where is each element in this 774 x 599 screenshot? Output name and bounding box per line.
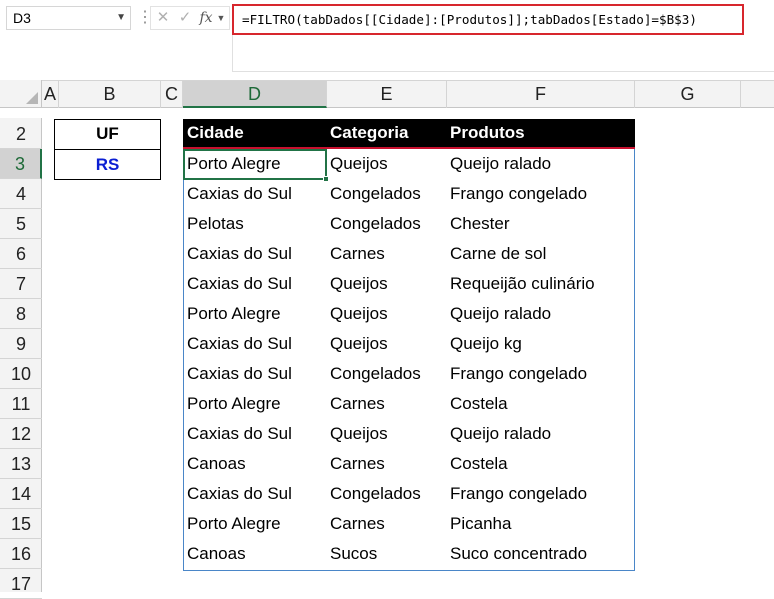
column-header-d[interactable]: D: [183, 81, 327, 108]
cell-categoria[interactable]: Queijos: [330, 329, 388, 359]
cancel-icon[interactable]: ✕: [153, 7, 173, 29]
header-cidade[interactable]: Cidade: [187, 119, 244, 147]
cell-produtos[interactable]: Costela: [450, 389, 508, 419]
enter-icon[interactable]: ✓: [175, 7, 195, 29]
row-header-6[interactable]: 6: [0, 239, 42, 269]
select-all-button[interactable]: [0, 80, 42, 108]
table-header-row: Cidade Categoria Produtos: [183, 119, 635, 149]
row-header-11[interactable]: 11: [0, 389, 42, 419]
cell-categoria[interactable]: Queijos: [330, 149, 388, 179]
name-box[interactable]: D3 ▼: [6, 6, 131, 30]
cell-produtos[interactable]: Suco concentrado: [450, 539, 587, 569]
uf-label-cell[interactable]: UF: [54, 119, 161, 149]
more-options-icon[interactable]: ⋮: [137, 8, 153, 30]
column-header-g[interactable]: G: [635, 81, 741, 108]
chevron-down-icon[interactable]: ▼: [116, 7, 126, 29]
cell-categoria[interactable]: Congelados: [330, 359, 421, 389]
header-categoria[interactable]: Categoria: [330, 119, 408, 147]
cell-categoria[interactable]: Congelados: [330, 479, 421, 509]
row-header-2[interactable]: 2: [0, 119, 42, 149]
cell-cidade[interactable]: Caxias do Sul: [187, 479, 292, 509]
cell-categoria[interactable]: Queijos: [330, 419, 388, 449]
column-headers: A B C D E F G: [0, 80, 774, 108]
cell-cidade[interactable]: Caxias do Sul: [187, 269, 292, 299]
row-header-14[interactable]: 14: [0, 479, 42, 509]
cell-produtos[interactable]: Frango congelado: [450, 179, 587, 209]
row-header-8[interactable]: 8: [0, 299, 42, 329]
name-box-value: D3: [13, 10, 31, 26]
row-header-17[interactable]: 17: [0, 569, 42, 599]
row-header-9[interactable]: 9: [0, 329, 42, 359]
cell-cidade[interactable]: Porto Alegre: [187, 299, 281, 329]
row-header-7[interactable]: 7: [0, 269, 42, 299]
uf-value-cell[interactable]: RS: [54, 150, 161, 180]
insert-function-button[interactable]: fx: [197, 7, 215, 29]
cell-produtos[interactable]: Costela: [450, 449, 508, 479]
cell-categoria[interactable]: Congelados: [330, 179, 421, 209]
column-header-f[interactable]: F: [447, 81, 635, 108]
cell-produtos[interactable]: Queijo ralado: [450, 419, 551, 449]
cell-produtos[interactable]: Picanha: [450, 509, 511, 539]
cell-cidade[interactable]: Canoas: [187, 449, 246, 479]
cell-cidade[interactable]: Pelotas: [187, 209, 244, 239]
formula-input-expanded-area[interactable]: [232, 35, 774, 72]
cell-produtos[interactable]: Carne de sol: [450, 239, 546, 269]
cell-cidade[interactable]: Caxias do Sul: [187, 179, 292, 209]
header-produtos[interactable]: Produtos: [450, 119, 525, 147]
cell-produtos[interactable]: Frango congelado: [450, 479, 587, 509]
column-header-e[interactable]: E: [327, 81, 447, 108]
cell-categoria[interactable]: Carnes: [330, 509, 385, 539]
cell-produtos[interactable]: Queijo ralado: [450, 299, 551, 329]
row-headers: 2 3 4 5 6 7 8 9 10 11 12 13 14 15 16 17: [0, 118, 42, 599]
row-header-4[interactable]: 4: [0, 179, 42, 209]
column-header-b[interactable]: B: [59, 81, 161, 108]
cell-cidade[interactable]: Caxias do Sul: [187, 419, 292, 449]
row-header-3[interactable]: 3: [0, 149, 42, 179]
column-header-a[interactable]: A: [42, 81, 59, 108]
cell-produtos[interactable]: Queijo ralado: [450, 149, 551, 179]
cell-categoria[interactable]: Queijos: [330, 269, 388, 299]
column-header-c[interactable]: C: [161, 81, 183, 108]
cell-categoria[interactable]: Carnes: [330, 389, 385, 419]
formula-input[interactable]: =FILTRO(tabDados[[Cidade]:[Produtos]];ta…: [232, 4, 744, 35]
row-header-12[interactable]: 12: [0, 419, 42, 449]
cell-categoria[interactable]: Congelados: [330, 209, 421, 239]
cell-cidade[interactable]: Caxias do Sul: [187, 359, 292, 389]
cell-cidade[interactable]: Porto Alegre: [187, 509, 281, 539]
chevron-down-icon[interactable]: ▼: [215, 7, 227, 29]
cell-categoria[interactable]: Sucos: [330, 539, 377, 569]
cell-categoria[interactable]: Carnes: [330, 449, 385, 479]
cell-cidade[interactable]: Porto Alegre: [187, 389, 281, 419]
cell-categoria[interactable]: Queijos: [330, 299, 388, 329]
cell-produtos[interactable]: Queijo kg: [450, 329, 522, 359]
formula-buttons: ✕ ✓ fx ▼: [150, 6, 230, 30]
cell-cidade[interactable]: Canoas: [187, 539, 246, 569]
row-header-15[interactable]: 15: [0, 509, 42, 539]
row-header-5[interactable]: 5: [0, 209, 42, 239]
active-cell-border: [183, 149, 327, 180]
row-header-16[interactable]: 16: [0, 539, 42, 569]
row-header-10[interactable]: 10: [0, 359, 42, 389]
fill-handle[interactable]: [323, 176, 329, 182]
cell-categoria[interactable]: Carnes: [330, 239, 385, 269]
cell-produtos[interactable]: Chester: [450, 209, 510, 239]
cell-produtos[interactable]: Frango congelado: [450, 359, 587, 389]
cell-produtos[interactable]: Requeijão culinário: [450, 269, 595, 299]
cell-cidade[interactable]: Caxias do Sul: [187, 239, 292, 269]
row-header-13[interactable]: 13: [0, 449, 42, 479]
select-all-icon: [26, 92, 38, 104]
cell-cidade[interactable]: Caxias do Sul: [187, 329, 292, 359]
